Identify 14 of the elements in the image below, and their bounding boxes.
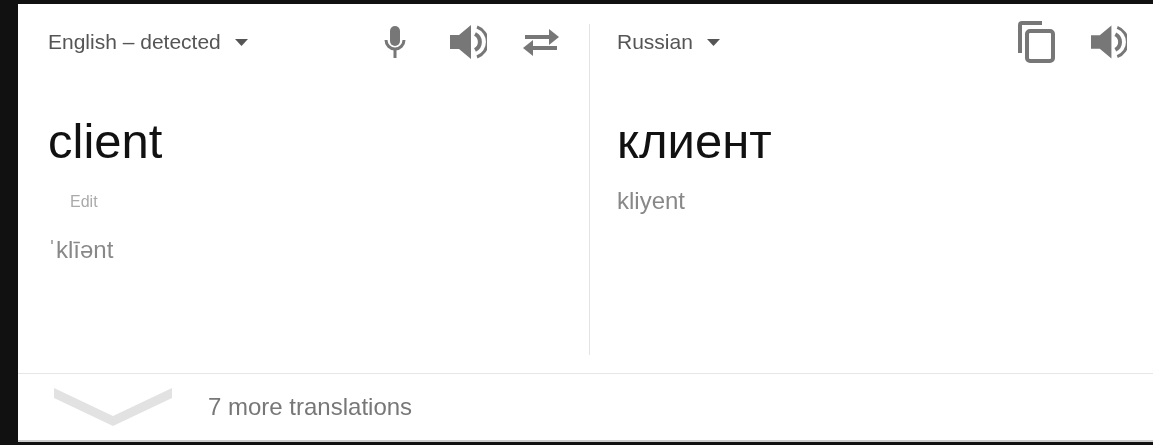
phonetic-text: ˈklīənt xyxy=(48,234,115,265)
copy-icon[interactable] xyxy=(1017,21,1055,63)
speaker-icon[interactable] xyxy=(450,25,487,59)
speaker-icon[interactable] xyxy=(1091,25,1127,59)
microphone-icon[interactable] xyxy=(384,25,406,59)
more-translations-button[interactable]: 7 more translations xyxy=(208,389,413,425)
language-dropdown[interactable]: Russian xyxy=(617,26,720,58)
caret-icon xyxy=(706,38,720,46)
language-dropdown[interactable]: English – detected xyxy=(48,26,248,58)
transliteration-text: kliyent xyxy=(617,185,687,216)
caret-icon xyxy=(234,38,248,46)
swap-icon[interactable] xyxy=(523,28,559,56)
source-text: client xyxy=(48,113,164,170)
translation-text: клиент xyxy=(617,113,773,170)
